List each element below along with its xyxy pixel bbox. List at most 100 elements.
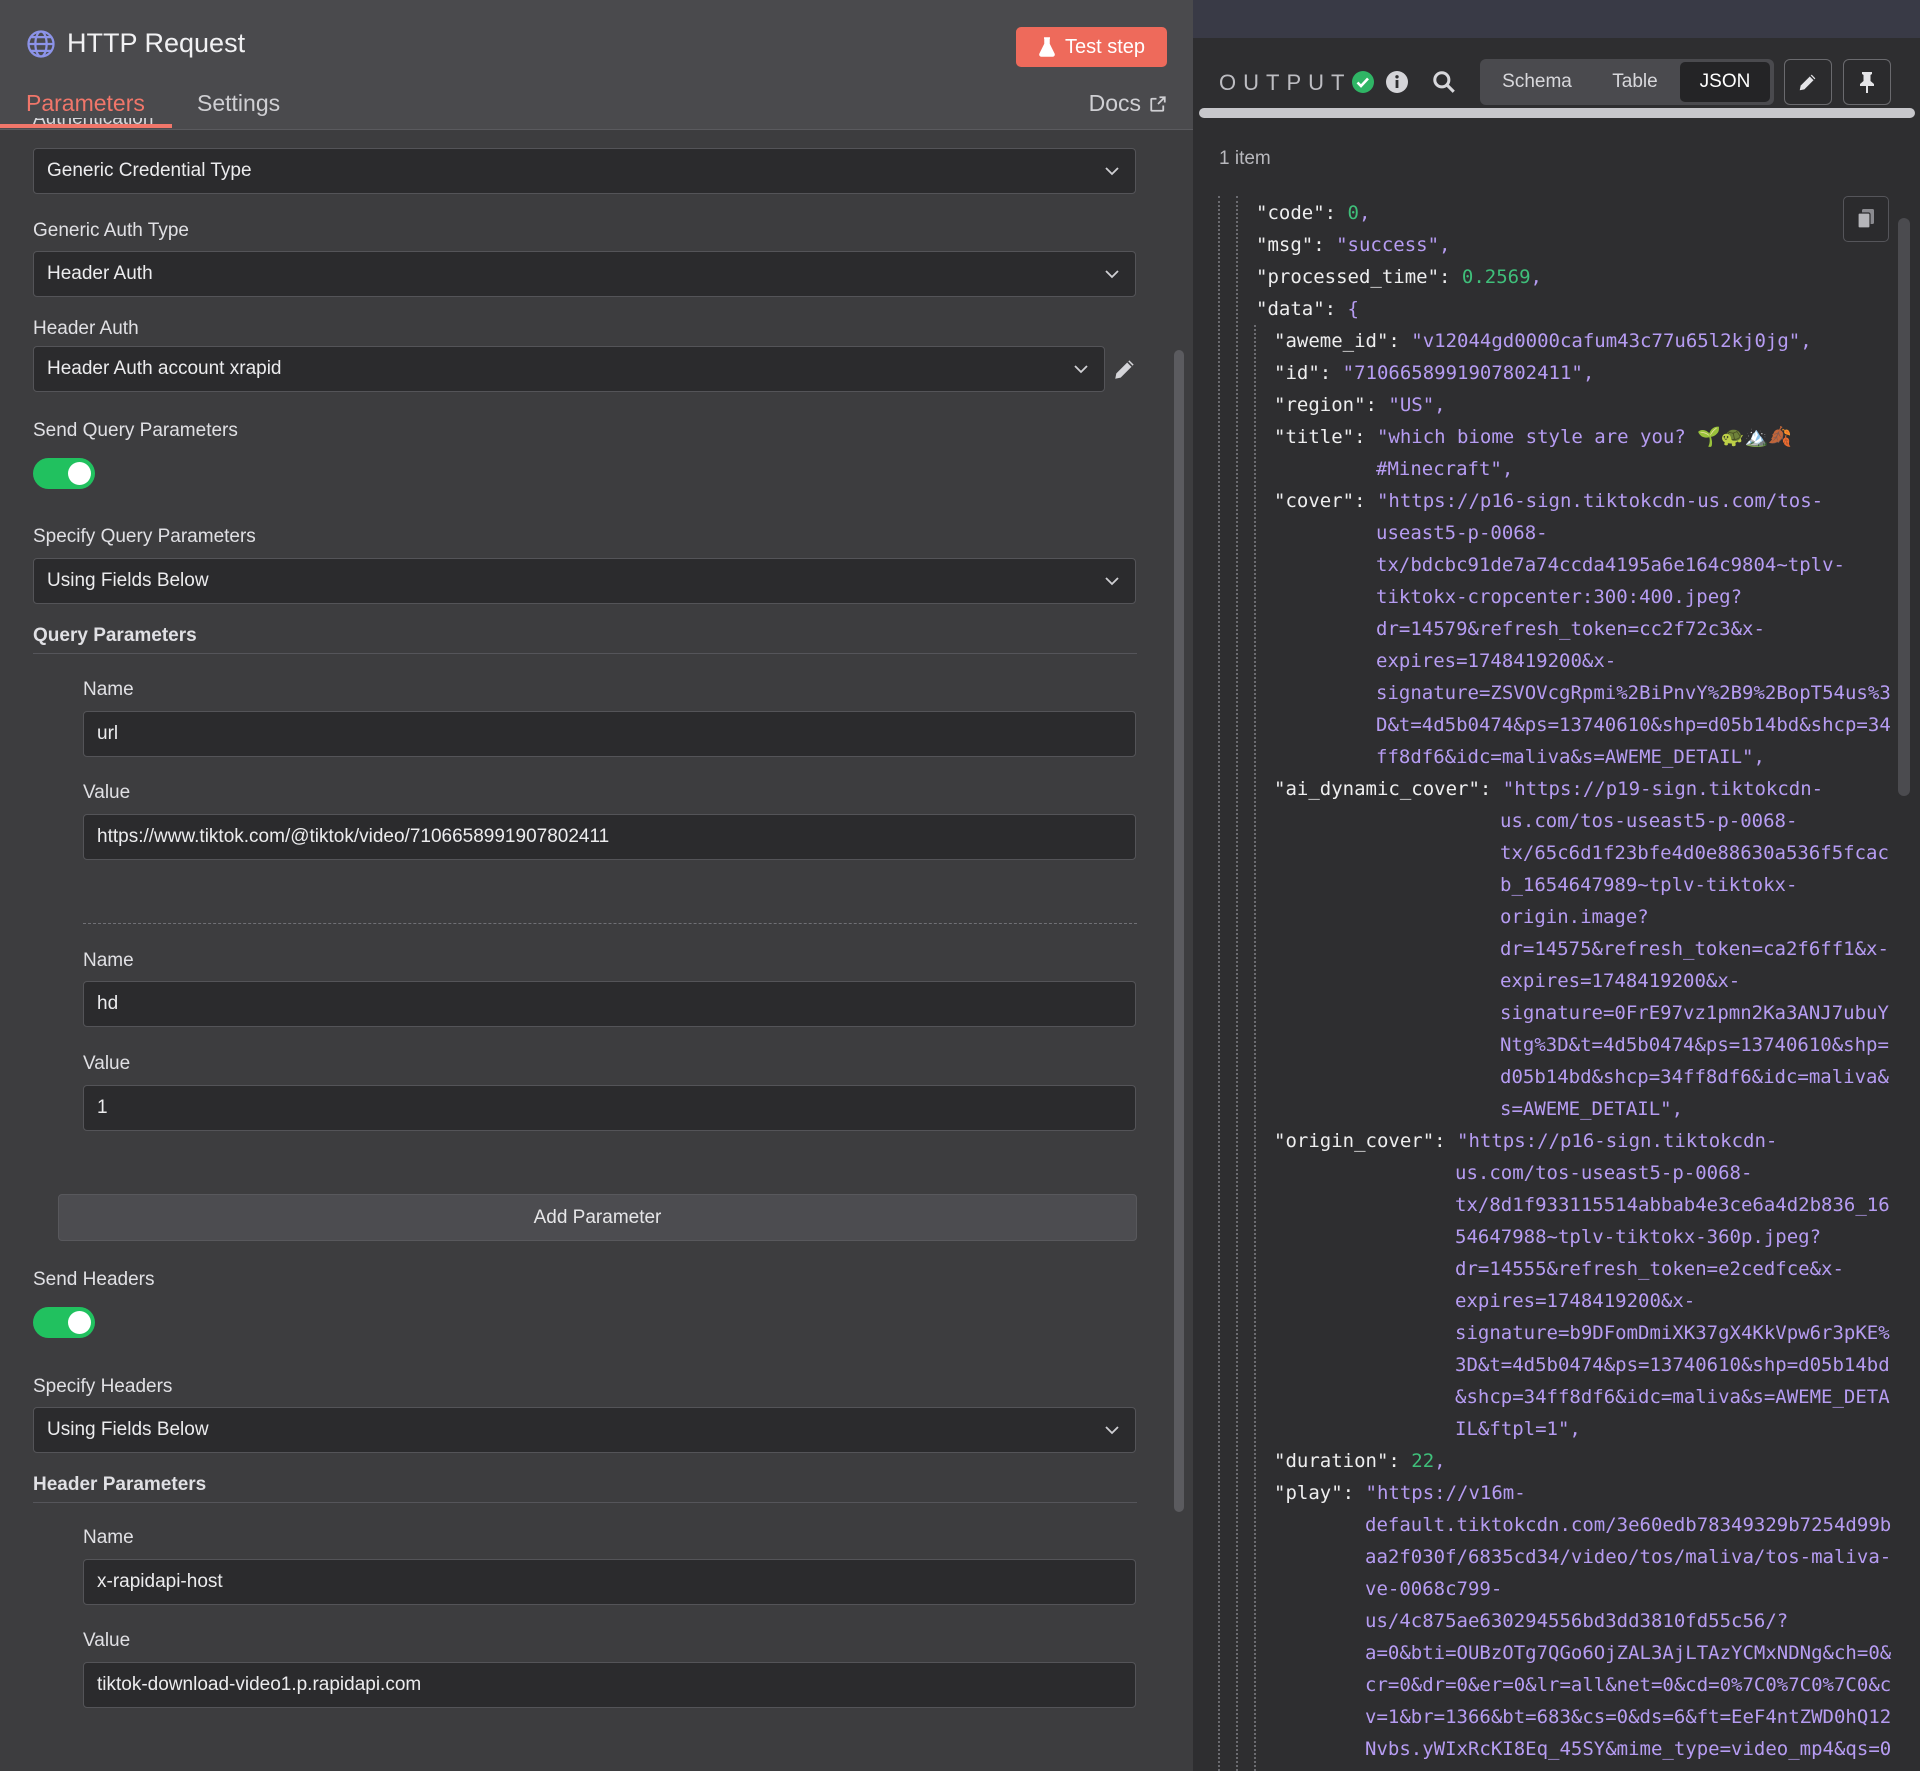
json-line: us/4c875ae630294556bd3dd3810fd55c56/?	[1365, 1605, 1788, 1637]
json-string-value: dr=14575&refresh_token=ca2f6ff1&x-	[1500, 938, 1889, 960]
json-line: a=0&bti=OUBzOTg7QGo6OjZAL3AjLTAzYCMxNDNg…	[1365, 1637, 1891, 1669]
json-line: origin.image?	[1500, 901, 1649, 933]
json-key: "msg":	[1256, 234, 1337, 256]
json-string-value: us/4c875ae630294556bd3dd3810fd55c56/?	[1365, 1610, 1789, 1632]
json-string-value: tx/65c6d1f23bfe4d0e88630a536f5fcac	[1500, 842, 1889, 864]
node-title: HTTP Request	[67, 28, 246, 58]
json-line: "origin_cover": "https://p16-sign.tiktok…	[1274, 1125, 1777, 1157]
json-line: tx/bdcbc91de7a74ccda4195a6e164c9804~tplv…	[1376, 549, 1845, 581]
json-line: us.com/tos-useast5-p-0068-	[1500, 805, 1797, 837]
json-string-value: 3D&t=4d5b0474&ps=13740610&shp=d05b14bd	[1455, 1354, 1890, 1376]
json-line: "region": "US",	[1274, 389, 1446, 421]
json-line: ff8df6&idc=maliva&s=AWEME_DETAIL",	[1376, 741, 1765, 773]
chevron-down-icon	[1105, 167, 1119, 176]
json-punctuation: ,	[1434, 1450, 1446, 1472]
specify-headers-select[interactable]: Using Fields Below	[33, 1407, 1136, 1453]
json-line: "play": "https://v16m-	[1274, 1477, 1526, 1509]
json-punctuation: ,	[1530, 266, 1542, 288]
specify-query-select[interactable]: Using Fields Below	[33, 558, 1136, 604]
view-table-button[interactable]: Table	[1594, 59, 1676, 105]
json-line: signature=ZSVOVcgRpmi%2BiPnvY%2B9%2BopT5…	[1376, 677, 1891, 709]
json-line: "data": {	[1256, 293, 1359, 325]
pin-data-button[interactable]	[1843, 59, 1891, 105]
json-line: #Minecraft",	[1376, 453, 1513, 485]
send-query-toggle[interactable]	[33, 458, 95, 489]
json-key: "data":	[1256, 298, 1348, 320]
json-line: expires=1748419200&x-	[1500, 965, 1740, 997]
json-string-value: b_1654647989~tplv-tiktokx-	[1500, 874, 1798, 896]
header-param-value-label: Value	[83, 1630, 131, 1651]
docs-link[interactable]: Docs	[1089, 90, 1167, 117]
tab-settings[interactable]: Settings	[197, 90, 280, 117]
json-string-value: D&t=4d5b0474&ps=13740610&shp=d05b14bd&sh…	[1376, 714, 1891, 736]
query-param-name-label: Name	[83, 950, 134, 971]
check-circle-icon	[1352, 71, 1374, 93]
generic-auth-type-label: Generic Auth Type	[33, 220, 189, 241]
json-line: 54647988~tplv-tiktokx-360p.jpeg?	[1455, 1221, 1821, 1253]
json-string-value: &shcp=34ff8df6&idc=maliva&s=AWEME_DETA	[1455, 1386, 1890, 1408]
authentication-label-cut: Authentication	[33, 118, 154, 129]
json-line: "msg": "success",	[1256, 229, 1450, 261]
json-line: useast5-p-0068-	[1376, 517, 1548, 549]
parameters-scrollbar[interactable]	[1174, 350, 1184, 1512]
json-string-value: expires=1748419200&x-	[1500, 970, 1741, 992]
json-punctuation: ,	[1582, 362, 1595, 384]
add-parameter-button[interactable]: Add Parameter	[58, 1194, 1137, 1241]
credential-type-select[interactable]: Generic Credential Type	[33, 148, 1136, 194]
json-number-value: 0.2569	[1461, 266, 1531, 288]
specify-headers-label: Specify Headers	[33, 1376, 173, 1397]
test-step-button[interactable]: Test step	[1016, 27, 1167, 67]
output-title: OUTPUT	[1219, 70, 1352, 95]
query-param-value-input[interactable]: https://www.tiktok.com/@tiktok/video/710…	[83, 814, 1136, 860]
output-scrollbar[interactable]	[1898, 218, 1910, 796]
json-line: dr=14575&refresh_token=ca2f6ff1&x-	[1500, 933, 1889, 965]
info-icon[interactable]	[1385, 70, 1409, 94]
generic-auth-type-select[interactable]: Header Auth	[33, 251, 1136, 297]
header-param-value-input[interactable]: tiktok-download-video1.p.rapidapi.com	[83, 1662, 1136, 1708]
view-schema-button[interactable]: Schema	[1480, 59, 1594, 105]
horizontal-scrollbar[interactable]	[1199, 108, 1915, 118]
query-param-value-input[interactable]: 1	[83, 1085, 1136, 1131]
json-string-value: aa2f030f/6835cd34/video/tos/maliva/tos-m…	[1365, 1546, 1892, 1568]
edit-output-button[interactable]	[1784, 59, 1832, 105]
json-string-value: "https://v16m-	[1365, 1482, 1526, 1504]
json-punctuation: ,	[1753, 746, 1765, 768]
json-line: "processed_time": 0.2569,	[1256, 261, 1542, 293]
generic-auth-type-value: Header Auth	[47, 263, 153, 284]
json-string-value: ff8df6&idc=maliva&s=AWEME_DETAIL"	[1376, 746, 1754, 768]
query-param-name-input[interactable]: hd	[83, 981, 1136, 1027]
view-json-button[interactable]: JSON	[1680, 62, 1770, 102]
query-param-value-label: Value	[83, 782, 131, 803]
json-line: tiktokx-cropcenter:300:400.jpeg?	[1376, 581, 1742, 613]
send-headers-toggle[interactable]	[33, 1307, 95, 1338]
specify-query-value: Using Fields Below	[47, 570, 209, 591]
external-link-icon	[1150, 95, 1166, 112]
header-param-name-input[interactable]: x-rapidapi-host	[83, 1559, 1136, 1605]
json-string-value: tiktokx-cropcenter:300:400.jpeg?	[1376, 586, 1743, 608]
json-string-value: "7106658991907802411"	[1342, 362, 1583, 384]
search-icon[interactable]	[1431, 69, 1457, 95]
json-string-value: s=AWEME_DETAIL"	[1500, 1098, 1672, 1120]
test-step-label: Test step	[1064, 35, 1146, 58]
json-string-value: Nvbs.yWIxRcKI8Eq_45SY&mime_type=video_mp…	[1365, 1738, 1892, 1760]
output-panel: OUTPUT Schema Table JSON 1 item "code": …	[1193, 0, 1920, 1771]
json-line: cr=0&dr=0&er=0&lr=all&net=0&cd=0%7C0%7C0…	[1365, 1669, 1891, 1701]
tab-parameters[interactable]: Parameters	[26, 90, 145, 117]
json-line: &shcp=34ff8df6&idc=maliva&s=AWEME_DETA	[1455, 1381, 1890, 1413]
json-string-value: signature=b9DFomDmiXK37gX4KkVpw6r3pKE%	[1455, 1322, 1890, 1344]
query-param-name-input[interactable]: url	[83, 711, 1136, 757]
json-punctuation: ,	[1434, 394, 1446, 416]
item-count: 1 item	[1219, 148, 1271, 169]
json-line: expires=1748419200&x-	[1455, 1285, 1695, 1317]
header-parameters-heading: Header Parameters	[33, 1474, 207, 1495]
header-auth-label: Header Auth	[33, 318, 139, 339]
canvas-strip	[1193, 0, 1920, 38]
json-punctuation: {	[1347, 298, 1359, 320]
json-line: b_1654647989~tplv-tiktokx-	[1500, 869, 1797, 901]
json-string-value: "US"	[1388, 394, 1435, 416]
json-string-value: tx/bdcbc91de7a74ccda4195a6e164c9804~tplv…	[1376, 554, 1845, 576]
header-auth-select[interactable]: Header Auth account xrapid	[33, 346, 1105, 392]
edit-credential-pencil-icon[interactable]	[1112, 356, 1138, 382]
json-line: signature=0FrE97vz1pmn2Ka3ANJ7ubuY	[1500, 997, 1889, 1029]
header-param-name-label: Name	[83, 1527, 134, 1548]
